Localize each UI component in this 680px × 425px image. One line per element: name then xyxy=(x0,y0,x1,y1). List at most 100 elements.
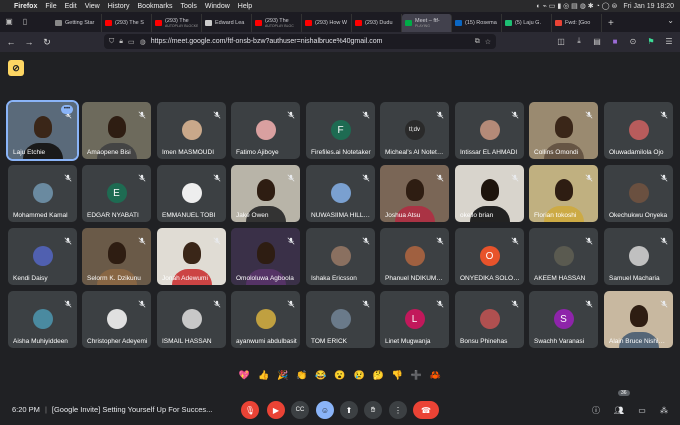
reaction-emoji[interactable]: 💖 xyxy=(238,369,251,382)
participant-tile[interactable]: E EDGAR NYABATI xyxy=(82,165,151,222)
camera-off-button[interactable]: ▶︎ xyxy=(267,401,285,419)
downloads-icon[interactable]: ⤓ xyxy=(574,36,584,46)
participant-tile[interactable]: F Firefiles.ai Notetaker xyxy=(306,102,375,159)
menu-edit[interactable]: Edit xyxy=(65,3,77,10)
participant-tile[interactable]: TOM ERICK xyxy=(306,291,375,348)
participant-tile[interactable]: Okechukwu Onyeka xyxy=(604,165,673,222)
reaction-emoji[interactable]: ➕ xyxy=(410,369,423,382)
participant-tile[interactable]: Amaopene Bisi xyxy=(82,102,151,159)
reaction-emoji[interactable]: 😮 xyxy=(333,369,346,382)
captions-button[interactable]: CC xyxy=(291,401,309,419)
reload-icon[interactable]: ↻ xyxy=(42,37,52,48)
new-tab-button[interactable]: + xyxy=(608,18,614,29)
tab-9[interactable]: (5) Laju G. xyxy=(502,14,552,32)
mic-off-button[interactable]: 🎙︎ xyxy=(241,401,259,419)
menu-file[interactable]: File xyxy=(45,3,56,10)
participant-tile[interactable]: Phanuel NDIKUMANA xyxy=(380,228,449,285)
back-arrow-icon[interactable]: ← xyxy=(6,37,16,47)
menu-hamburger-icon[interactable]: ☰ xyxy=(664,36,674,46)
reaction-emoji[interactable]: 👍 xyxy=(257,369,270,382)
participant-tile[interactable]: tl;dv Micheal's AI Notetaker xyxy=(380,102,449,159)
activities-icon[interactable]: ⁂ xyxy=(658,404,670,416)
participant-tile[interactable]: L Linet Mugwanja xyxy=(380,291,449,348)
menu-history[interactable]: History xyxy=(108,3,130,10)
camera-blocked-icon[interactable]: ▭ xyxy=(128,38,135,46)
participant-tile[interactable]: Joshua Atsu xyxy=(380,165,449,222)
info-icon[interactable]: ⓘ xyxy=(590,404,602,416)
lock-icon[interactable]: 🔒︎ xyxy=(119,38,123,46)
extension-purple-icon[interactable]: ■ xyxy=(610,36,620,46)
tab-4[interactable]: (293) The AUTOPLAY BLOC xyxy=(252,14,302,32)
bookmark-star-icon[interactable]: ☆ xyxy=(485,38,491,46)
participant-tile[interactable]: ••• Laju Etchie xyxy=(6,100,79,161)
tab-1[interactable]: (293) The S xyxy=(102,14,152,32)
participant-tile[interactable]: Aisha Muhiyiddeen xyxy=(8,291,77,348)
raise-hand-button[interactable]: ✋︎ xyxy=(364,401,382,419)
menu-tools[interactable]: Tools xyxy=(181,3,197,10)
menu-help[interactable]: Help xyxy=(238,3,252,10)
account-icon[interactable]: ⊙ xyxy=(628,36,638,46)
reaction-emoji[interactable]: 😂 xyxy=(314,369,327,382)
participant-tile[interactable]: Bonsu Phinehas xyxy=(455,291,524,348)
participant-tile[interactable]: Intissar EL AHMADI xyxy=(455,102,524,159)
participant-tile[interactable]: Jake Owen xyxy=(231,165,300,222)
participant-tile[interactable]: Florian tokoshi xyxy=(529,165,598,222)
participant-tile[interactable]: Imen MASMOUDI xyxy=(157,102,226,159)
reaction-emoji[interactable]: 😢 xyxy=(353,369,366,382)
meeting-title[interactable]: [Google Invite] Setting Yourself Up For … xyxy=(52,405,213,414)
menubar-clock[interactable]: Fri Jan 19 18:20 xyxy=(623,3,674,10)
mic-permission-icon[interactable]: ◍ xyxy=(140,38,146,46)
menubar-app-name[interactable]: Firefox xyxy=(14,3,37,10)
participant-tile[interactable]: EMMANUEL TOBI xyxy=(157,165,226,222)
participant-tile[interactable]: okello brian xyxy=(455,165,524,222)
participant-tile[interactable]: AKEEM HASSAN xyxy=(529,228,598,285)
menu-view[interactable]: View xyxy=(85,3,100,10)
participant-tile[interactable]: Mohammed Kamal xyxy=(8,165,77,222)
leave-call-button[interactable]: ☎︎ xyxy=(413,401,439,419)
participant-tile[interactable]: Christopher Adeyemi xyxy=(82,291,151,348)
forward-arrow-icon[interactable]: → xyxy=(24,37,34,47)
tab-8[interactable]: (15) Rosema xyxy=(452,14,502,32)
reaction-emoji[interactable]: 🦀 xyxy=(429,369,442,382)
tab-10[interactable]: Fwd: [Goo xyxy=(552,14,602,32)
participant-tile[interactable]: ISMAIL HASSAN xyxy=(157,291,226,348)
shield-icon[interactable]: ⛉ xyxy=(109,38,114,46)
tab-0[interactable]: Getting Star xyxy=(52,14,102,32)
participant-tile[interactable]: Fatimo Ajiboye xyxy=(231,102,300,159)
participant-tile[interactable]: Selorm K. Dzikunu xyxy=(82,228,151,285)
participant-tile[interactable]: Samuel Macharia xyxy=(604,228,673,285)
tab-7[interactable]: Meet – ftf- PLAYING xyxy=(402,14,452,32)
participant-tile[interactable]: Omololuwa Agboola xyxy=(231,228,300,285)
tab-list-chevron-icon[interactable]: ⌄ xyxy=(667,16,674,25)
reaction-emoji[interactable]: 👎 xyxy=(391,369,404,382)
chat-icon[interactable]: ▭ xyxy=(636,404,648,416)
reaction-emoji[interactable]: 🤔 xyxy=(372,369,385,382)
extension-green-icon[interactable]: ⚑ xyxy=(646,36,656,46)
participant-tile[interactable]: ayanwumi abdulbasit xyxy=(231,291,300,348)
tab-6[interactable]: (293) Dudu xyxy=(352,14,402,32)
url-bar[interactable]: ⛉ 🔒︎ ▭ ◍ https://meet.google.com/ftf-ons… xyxy=(104,34,496,49)
pocket-icon[interactable]: ◫ xyxy=(556,36,566,46)
participant-tile[interactable]: S Swachh Varanasi xyxy=(529,291,598,348)
sidebar-icon[interactable]: ▯ xyxy=(20,16,30,26)
reader-icon[interactable]: ▤ xyxy=(592,36,602,46)
people-icon[interactable]: 👥︎ xyxy=(613,404,625,416)
url-text[interactable]: https://meet.google.com/ftf-onsb-bzw?aut… xyxy=(151,38,470,45)
participant-tile[interactable]: Oluwadamilola Ojo xyxy=(604,102,673,159)
participant-tile[interactable]: Alain Bruce Nishimwe xyxy=(604,291,673,348)
captions-off-icon[interactable]: ⊘ xyxy=(8,60,24,76)
tab-5[interactable]: (293) How W xyxy=(302,14,352,32)
tab-2[interactable]: (293) The AUTOPLAY BLOCKED xyxy=(152,14,202,32)
menu-window[interactable]: Window xyxy=(205,3,230,10)
tile-more-icon[interactable]: ••• xyxy=(61,105,73,114)
translate-icon[interactable]: ⧉ xyxy=(475,38,480,46)
reactions-button[interactable]: ☺ xyxy=(316,401,334,419)
reaction-emoji[interactable]: 🎉 xyxy=(276,369,289,382)
more-options-button[interactable]: ⋮ xyxy=(389,401,407,419)
participant-tile[interactable]: NUWASIIMA HILLARY xyxy=(306,165,375,222)
present-button[interactable]: ⬆ xyxy=(340,401,358,419)
participant-tile[interactable]: Kendi Daisy xyxy=(8,228,77,285)
menu-bookmarks[interactable]: Bookmarks xyxy=(138,3,173,10)
participant-tile[interactable]: Jonah Adewumi xyxy=(157,228,226,285)
status-icons[interactable]: ◐ ⌁ ▭ ▮ ◎ ▤ ◍ ✱ ◔ ◯ ⊜ xyxy=(536,2,617,10)
